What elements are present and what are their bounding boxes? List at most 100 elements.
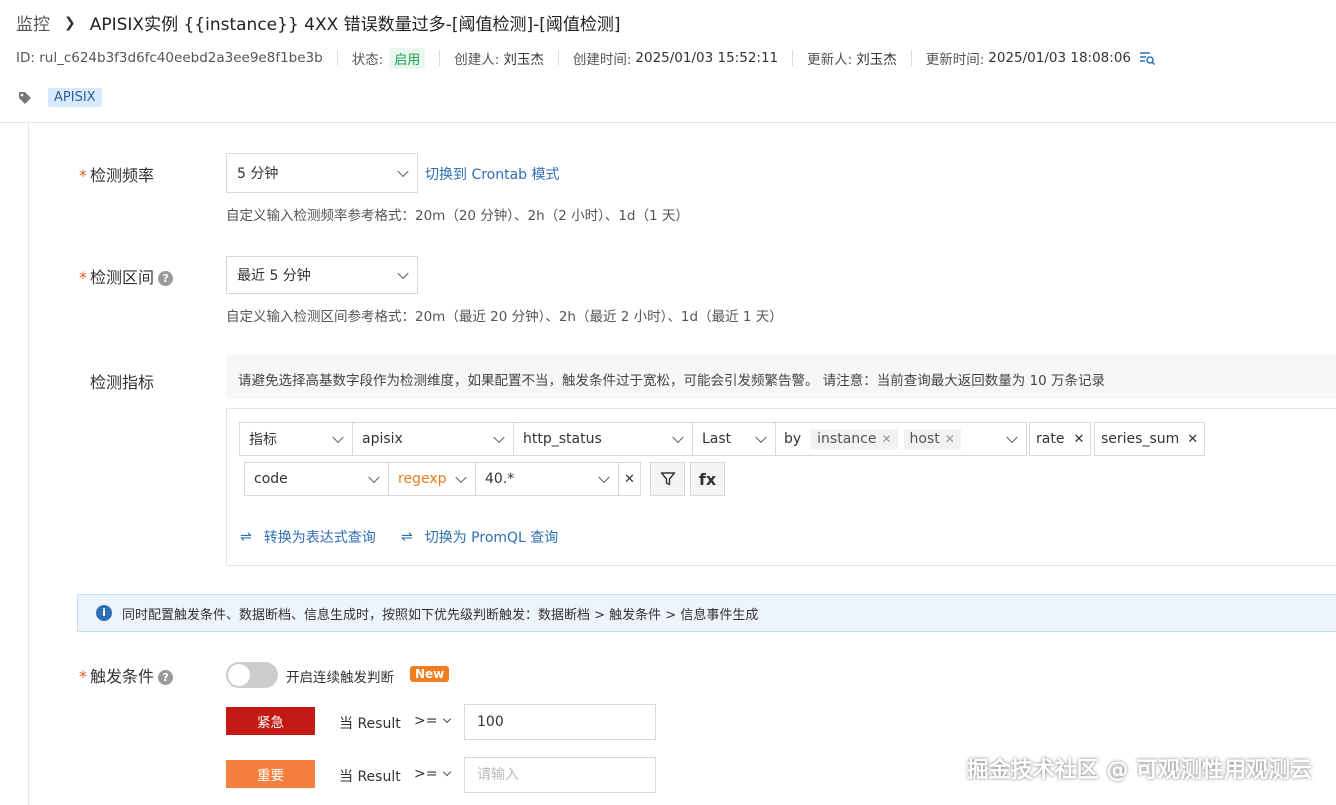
data-type-value: 指标 — [249, 432, 277, 448]
chevron-down-icon — [672, 431, 684, 444]
frequency-value: 5 分钟 — [237, 166, 279, 182]
created-value: 2025/01/03 15:52:11 — [635, 50, 779, 66]
group-by-select[interactable]: by instance ✕ host ✕ — [775, 422, 1027, 456]
source-value: apisix — [362, 431, 403, 447]
field-value: http_status — [523, 431, 602, 447]
fx-button[interactable]: fx — [690, 462, 725, 496]
close-icon[interactable]: ✕ — [1073, 432, 1084, 447]
close-icon[interactable]: ✕ — [1187, 432, 1198, 447]
level-critical-badge[interactable]: 紧急 — [226, 707, 315, 735]
page-header: 监控 ❯ APISIX实例 {{instance}} 4XX 错误数量过多-[阈… — [0, 0, 1336, 123]
trigger-label: * 触发条件? — [79, 663, 174, 687]
status-badge: 启用 — [389, 47, 426, 69]
tag-apisix[interactable]: APISIX — [48, 88, 102, 107]
critical-threshold-input[interactable] — [464, 704, 656, 740]
updated-label: 更新时间: — [925, 52, 985, 68]
cardinality-warning: 请避免选择高基数字段作为检测维度，如果配置不当，触发条件过于宽松，可能会引发频繁… — [226, 355, 1336, 399]
frequency-select[interactable]: 5 分钟 — [226, 153, 418, 193]
page-title: APISIX实例 {{instance}} 4XX 错误数量过多-[阈值检测]-… — [89, 15, 621, 35]
close-icon[interactable]: ✕ — [945, 432, 955, 446]
interval-label: * 检测区间? — [79, 264, 174, 288]
chevron-down-icon — [755, 431, 767, 444]
chevron-right-icon: ❯ — [64, 14, 76, 31]
filter-value: 40.* — [485, 471, 515, 487]
chevron-down-icon — [493, 431, 505, 444]
function-rate[interactable]: rate ✕ — [1029, 422, 1091, 456]
function-series-sum[interactable]: series_sum ✕ — [1094, 422, 1205, 456]
to-expression-link[interactable]: ⇌ 转换为表达式查询 — [240, 527, 376, 547]
created-label: 创建时间: — [572, 52, 632, 68]
chevron-down-icon — [368, 471, 380, 484]
chevron-down-icon — [397, 267, 409, 280]
meta-created: 创建时间: 2025/01/03 15:52:11 — [557, 50, 792, 68]
creator-label: 创建人: — [454, 52, 500, 68]
remove-filter-button[interactable]: ✕ — [618, 462, 641, 496]
filter-field-select[interactable]: code — [244, 462, 389, 496]
chevron-down-icon — [443, 767, 452, 777]
updater-label: 更新人: — [807, 52, 853, 68]
chevron-down-icon — [598, 471, 610, 484]
level-important-badge[interactable]: 重要 — [226, 760, 315, 788]
status-label: 状态: — [351, 52, 384, 68]
watermark: 掘金技术社区 @ 可观测性用观测云 — [966, 758, 1312, 783]
field-select[interactable]: http_status — [513, 422, 693, 456]
updated-value: 2025/01/03 18:08:06 — [988, 50, 1131, 66]
interval-hint: 自定义输入检测区间参考格式：20m（最近 20 分钟）、2h（最近 2 小时）、… — [226, 309, 783, 325]
operator-select[interactable]: >= — [414, 713, 452, 729]
operator-select[interactable]: >= — [414, 766, 452, 782]
filter-value-select[interactable]: 40.* — [475, 462, 619, 496]
creator-value: 刘玉杰 — [503, 52, 544, 68]
info-icon: i — [96, 605, 112, 621]
filter-operator-value: regexp — [398, 471, 447, 487]
updater-value: 刘玉杰 — [856, 52, 897, 68]
meta-updated: 更新时间: 2025/01/03 18:08:06 — [910, 50, 1169, 68]
condition-text: 当 Result — [339, 716, 401, 732]
to-promql-link[interactable]: ⇌ 切换为 PromQL 查询 — [401, 527, 558, 547]
new-badge: New — [410, 666, 450, 682]
meta-status: 状态: 启用 — [336, 47, 440, 69]
meta-creator: 创建人: 刘玉杰 — [439, 50, 558, 68]
continuous-trigger-toggle[interactable] — [226, 662, 278, 688]
tag-list: APISIX — [18, 88, 102, 107]
group-by-chip: host ✕ — [903, 429, 961, 449]
rule-form: * 检测频率 5 分钟 切换到 Crontab 模式 自定义输入检测频率参考格式：… — [28, 123, 1336, 805]
toggle-knob — [228, 664, 250, 686]
help-icon[interactable]: ? — [158, 670, 174, 685]
aggregation-value: Last — [702, 431, 732, 447]
metric-label: 检测指标 — [90, 373, 155, 392]
close-icon: ✕ — [624, 471, 635, 487]
frequency-hint: 自定义输入检测频率参考格式：20m（20 分钟）、2h（2 小时）、1d（1 天… — [226, 208, 689, 224]
add-filter-button[interactable] — [650, 462, 685, 496]
tag-icon — [19, 91, 31, 104]
breadcrumb: 监控 ❯ APISIX实例 {{instance}} 4XX 错误数量过多-[阈… — [16, 10, 621, 36]
condition-text: 当 Result — [339, 769, 401, 785]
filter-operator-select[interactable]: regexp — [388, 462, 476, 496]
priority-info-bar: i 同时配置触发条件、数据断档、信息生成时，按照如下优先级判断触发：数据断档 >… — [77, 594, 1336, 632]
history-search-icon[interactable] — [1139, 51, 1155, 65]
data-type-select[interactable]: 指标 — [239, 422, 353, 456]
source-select[interactable]: apisix — [352, 422, 514, 456]
chevron-down-icon — [397, 165, 409, 178]
important-threshold-input[interactable] — [464, 757, 656, 793]
meta-updater: 更新人: 刘玉杰 — [792, 50, 911, 68]
chevron-down-icon — [332, 431, 344, 444]
chevron-down-icon — [1006, 431, 1018, 444]
chevron-down-icon — [455, 471, 467, 484]
filter-field-value: code — [254, 471, 288, 487]
rule-meta: ID: rul_c624b3f3d6fc40eebd2a3ee9e8f1be3b… — [16, 47, 1169, 69]
breadcrumb-root[interactable]: 监控 — [16, 10, 50, 35]
help-icon[interactable]: ? — [158, 271, 174, 286]
metric-query-box: 指标 apisix http_status Last by instance ✕ … — [226, 408, 1336, 566]
by-keyword: by — [784, 431, 802, 447]
priority-info-text: 同时配置触发条件、数据断档、信息生成时，按照如下优先级判断触发：数据断档 > 触… — [122, 607, 759, 623]
crontab-mode-link[interactable]: 切换到 Crontab 模式 — [425, 164, 560, 184]
aggregation-select[interactable]: Last — [692, 422, 776, 456]
interval-select[interactable]: 最近 5 分钟 — [226, 256, 418, 294]
rule-id: ID: rul_c624b3f3d6fc40eebd2a3ee9e8f1be3b — [16, 50, 323, 66]
swap-icon: ⇌ — [240, 529, 252, 545]
meta-id: ID: rul_c624b3f3d6fc40eebd2a3ee9e8f1be3b — [16, 50, 337, 66]
swap-icon: ⇌ — [401, 529, 413, 545]
close-icon[interactable]: ✕ — [881, 432, 891, 446]
group-by-chip: instance ✕ — [811, 429, 898, 449]
interval-value: 最近 5 分钟 — [237, 268, 311, 284]
